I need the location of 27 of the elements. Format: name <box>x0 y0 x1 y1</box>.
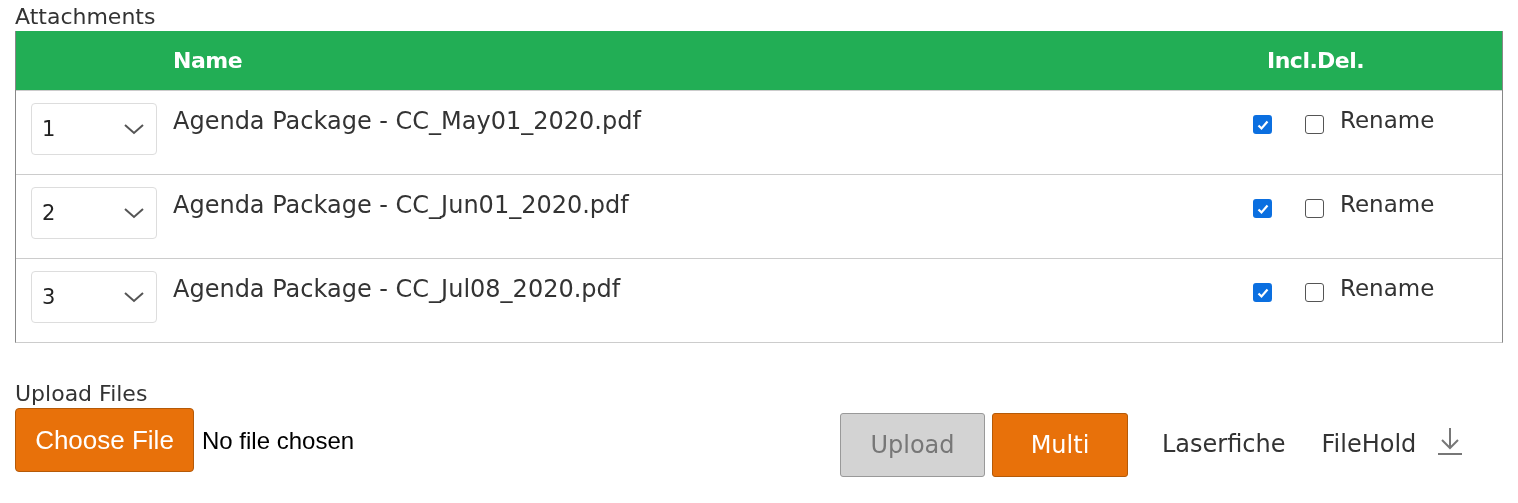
section-title: Upload Files <box>15 381 148 406</box>
include-checkbox[interactable] <box>1253 115 1272 134</box>
source-link[interactable]: Laserfiche <box>1162 430 1286 458</box>
delete-checkbox[interactable] <box>1305 115 1324 134</box>
rename-link[interactable]: Rename <box>1340 103 1435 133</box>
include-checkbox[interactable] <box>1253 199 1272 218</box>
source-link[interactable]: FileHold <box>1321 430 1417 458</box>
file-name: Agenda Package - CC_Jul08_2020.pdf <box>173 274 622 303</box>
include-checkbox[interactable] <box>1253 283 1272 302</box>
chevron-down-icon <box>122 122 146 136</box>
file-name: Agenda Package - CC_Jun01_2020.pdf <box>173 190 631 219</box>
chevron-down-icon <box>122 290 146 304</box>
column-header: Name <box>172 48 244 73</box>
column-header: Del. <box>1317 48 1366 73</box>
rename-link[interactable]: Rename <box>1340 271 1435 301</box>
rename-link[interactable]: Rename <box>1340 187 1435 217</box>
order-dropdown[interactable]: 3 <box>31 271 157 323</box>
file-status: No file chosen <box>202 427 356 455</box>
file-name: Agenda Package - CC_May01_2020.pdf <box>173 106 643 135</box>
column-header: Incl. <box>1267 48 1317 73</box>
chevron-down-icon <box>122 206 146 220</box>
order-dropdown[interactable]: 2 <box>31 187 157 239</box>
order-dropdown[interactable]: 1 <box>31 103 157 155</box>
download-icon[interactable] <box>1436 426 1465 456</box>
delete-checkbox[interactable] <box>1305 199 1324 218</box>
section-title: Attachments <box>15 4 156 29</box>
delete-checkbox[interactable] <box>1305 283 1324 302</box>
